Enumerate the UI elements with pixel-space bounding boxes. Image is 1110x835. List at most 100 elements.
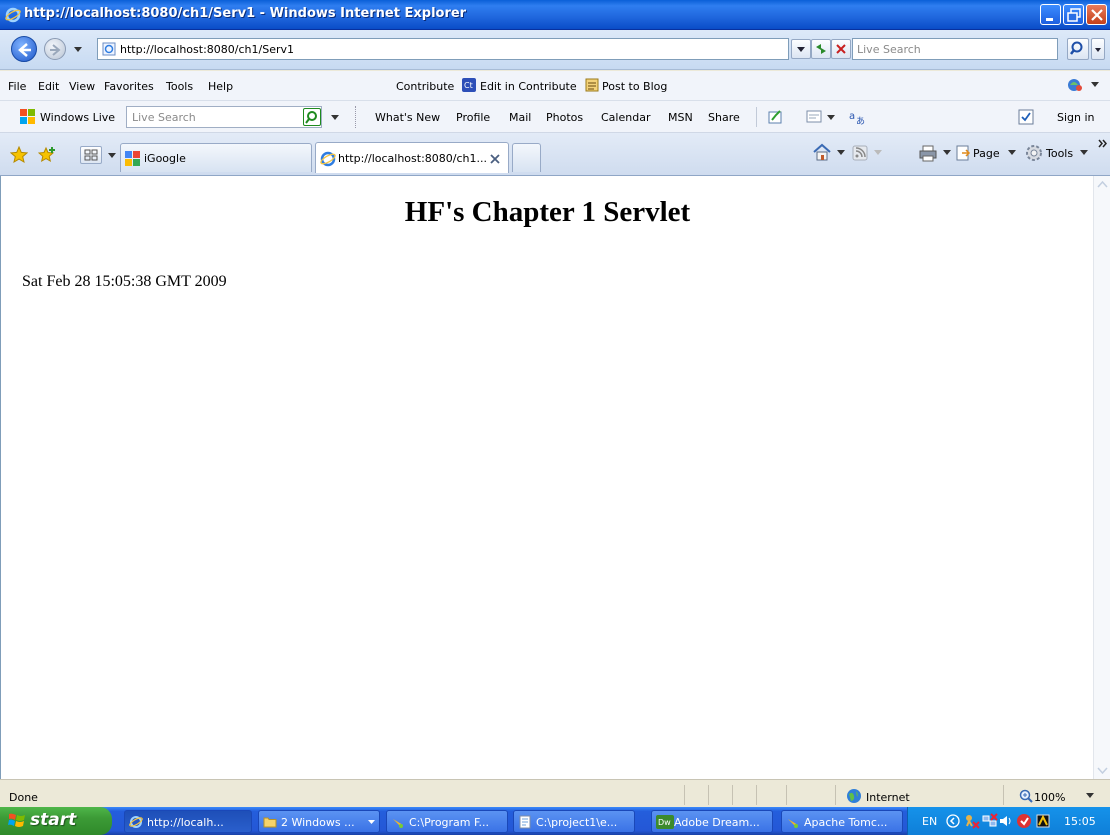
svg-text:Ct: Ct — [464, 81, 473, 90]
window-title: http://localhost:8080/ch1/Serv1 - Window… — [24, 6, 467, 21]
edit-in-contribute-button[interactable]: Edit in Contribute — [480, 80, 577, 93]
zoom-level[interactable]: 100% — [1034, 791, 1065, 804]
chevron-down-icon[interactable] — [827, 115, 835, 121]
taskbar-item-dreamweaver[interactable]: Dw Adobe Dream... — [651, 810, 773, 833]
home-icon[interactable] — [812, 143, 832, 161]
chevron-down-icon[interactable] — [1008, 150, 1016, 156]
taskbar-item-project1[interactable]: C:\project1\e... — [513, 810, 635, 833]
live-search-button[interactable] — [303, 108, 321, 126]
zoom-icon[interactable] — [1019, 789, 1033, 803]
address-dropdown-button[interactable] — [791, 39, 811, 59]
more-commands-icon[interactable] — [1098, 139, 1108, 148]
taskbar-item-apache-tomcat[interactable]: Apache Tomc... — [781, 810, 903, 833]
post-to-blog-button[interactable]: Post to Blog — [602, 80, 667, 93]
mail-link[interactable]: Mail — [509, 111, 531, 124]
back-button[interactable] — [11, 36, 37, 62]
tab-igoogle[interactable]: iGoogle — [120, 143, 312, 172]
chevron-down-icon[interactable] — [331, 115, 339, 121]
scroll-down-icon[interactable] — [1094, 762, 1110, 779]
new-tab-button[interactable] — [512, 143, 541, 172]
close-tab-icon[interactable] — [490, 154, 500, 164]
chevron-down-icon[interactable] — [837, 150, 845, 156]
checkbox-icon[interactable] — [1018, 109, 1034, 125]
share-link[interactable]: Share — [708, 111, 740, 124]
live-search-input[interactable]: Live Search — [126, 106, 322, 128]
menu-tools[interactable]: Tools — [166, 80, 193, 93]
close-button[interactable] — [1086, 4, 1107, 25]
whats-new-link[interactable]: What's New — [375, 111, 440, 124]
taskbar-item-ie[interactable]: http://localh... — [124, 810, 252, 833]
search-placeholder: Live Search — [857, 43, 921, 56]
page-date-text: Sat Feb 28 15:05:38 GMT 2009 — [22, 273, 227, 290]
search-icon — [305, 111, 317, 124]
expand-tray-icon[interactable] — [946, 814, 960, 828]
clock[interactable]: 15:05 — [1064, 815, 1096, 828]
taskbar-item-program-files[interactable]: C:\Program F... — [386, 810, 508, 833]
photos-link[interactable]: Photos — [546, 111, 583, 124]
scroll-up-icon[interactable] — [1094, 176, 1110, 193]
address-field[interactable]: http://localhost:8080/ch1/Serv1 — [97, 38, 789, 60]
vertical-scrollbar[interactable] — [1093, 176, 1110, 779]
quick-tabs-button[interactable] — [80, 146, 102, 164]
taskbar-item-label: 2 Windows ... — [281, 816, 355, 829]
status-bar: Done Internet 100% — [0, 779, 1110, 807]
search-button[interactable] — [1067, 38, 1089, 60]
taskbar-item-label: Adobe Dream... — [674, 816, 760, 829]
msn-link[interactable]: MSN — [668, 111, 693, 124]
stop-button[interactable] — [831, 39, 851, 59]
tools-gear-icon[interactable] — [1025, 144, 1043, 162]
taskbar-item-windows-explorer[interactable]: 2 Windows ... — [258, 810, 380, 833]
form-fill-icon[interactable] — [806, 110, 822, 124]
menu-favorites[interactable]: Favorites — [104, 80, 154, 93]
research-icon[interactable] — [1066, 77, 1084, 93]
taskbar-item-label: Apache Tomc... — [804, 816, 888, 829]
maximize-button[interactable] — [1063, 4, 1084, 25]
search-input[interactable]: Live Search — [852, 38, 1058, 60]
windows-live-brand[interactable]: Windows Live — [40, 111, 115, 124]
status-separator — [732, 785, 733, 805]
security-zone-label[interactable]: Internet — [866, 791, 910, 804]
print-icon[interactable] — [918, 144, 938, 162]
feeds-icon[interactable] — [852, 145, 868, 161]
minimize-button[interactable] — [1040, 4, 1061, 25]
security-shield-icon[interactable] — [1016, 813, 1032, 829]
status-separator — [708, 785, 709, 805]
chevron-down-icon[interactable] — [1080, 150, 1088, 156]
sign-in-link[interactable]: Sign in — [1057, 111, 1095, 124]
calendar-link[interactable]: Calendar — [601, 111, 650, 124]
add-favorites-icon[interactable] — [38, 146, 56, 163]
chevron-down-icon[interactable] — [1091, 82, 1099, 88]
page-menu-button[interactable]: Page — [973, 147, 1000, 160]
spaces-icon[interactable] — [768, 109, 784, 125]
igoogle-icon — [125, 151, 140, 166]
start-button[interactable]: start — [0, 807, 112, 835]
translate-icon[interactable]: aあ — [849, 109, 867, 125]
chevron-down-icon[interactable] — [1086, 793, 1094, 799]
close-icon — [1091, 9, 1103, 21]
network-error-icon[interactable] — [964, 813, 980, 829]
menu-edit[interactable]: Edit — [38, 80, 59, 93]
profile-link[interactable]: Profile — [456, 111, 490, 124]
page-icon[interactable] — [955, 145, 971, 161]
tab-list-chevron-icon[interactable] — [108, 153, 116, 159]
language-indicator[interactable]: EN — [922, 815, 937, 828]
favorites-star-icon[interactable] — [10, 146, 28, 163]
chevron-down-icon[interactable] — [943, 150, 951, 156]
menu-view[interactable]: View — [69, 80, 95, 93]
network-connection-icon[interactable] — [982, 813, 998, 829]
menu-file[interactable]: File — [8, 80, 26, 93]
tools-menu-button[interactable]: Tools — [1046, 147, 1073, 160]
contribute-button[interactable]: Contribute — [396, 80, 454, 93]
refresh-button[interactable] — [811, 39, 831, 59]
menu-bar: File Edit View Favorites Tools Help Cont… — [0, 71, 1110, 101]
recent-pages-dropdown-icon[interactable] — [73, 42, 83, 56]
volume-icon[interactable] — [999, 814, 1013, 828]
menu-help[interactable]: Help — [208, 80, 233, 93]
search-options-button[interactable] — [1091, 38, 1105, 60]
taskbar-item-label: C:\Program F... — [409, 816, 490, 829]
tab-active[interactable]: http://localhost:8080/ch1... — [315, 142, 509, 173]
antivirus-icon[interactable] — [1035, 813, 1051, 829]
forward-button[interactable] — [44, 38, 66, 60]
internet-globe-icon — [847, 789, 861, 803]
windows-logo-icon — [8, 813, 25, 827]
